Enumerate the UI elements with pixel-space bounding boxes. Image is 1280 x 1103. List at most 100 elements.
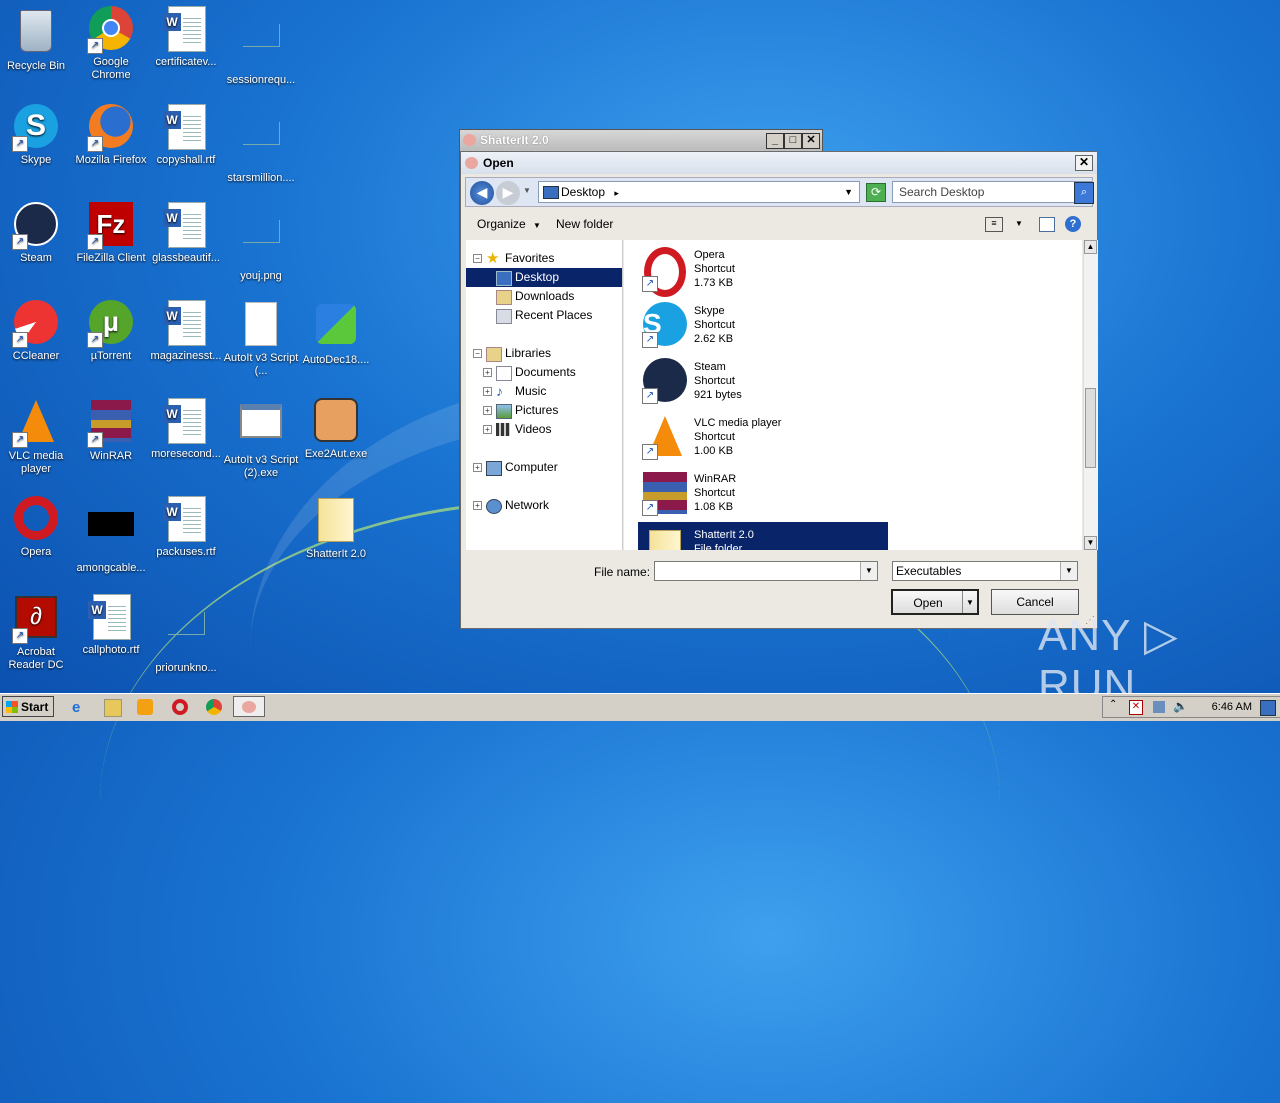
help-icon[interactable]: ? xyxy=(1065,216,1081,232)
file-type-select[interactable]: Executables ▼ xyxy=(892,561,1078,581)
desktop-icon-steam[interactable]: ↗ Steam xyxy=(0,202,74,265)
desktop-icon-packuses[interactable]: W packuses.rtf xyxy=(148,496,224,559)
desktop-icon-acrobat[interactable]: ∂ ↗ Acrobat Reader DC xyxy=(0,594,74,672)
file-item-skype[interactable]: S ↗ Skype Shortcut 2.62 KB xyxy=(638,298,888,352)
nav-videos[interactable]: + Videos xyxy=(466,420,622,439)
volume-icon[interactable]: 🔈 xyxy=(1173,699,1188,713)
desktop-icon-ccleaner[interactable]: ↗ CCleaner xyxy=(0,300,74,363)
desktop-icon-copyshall[interactable]: W copyshall.rtf xyxy=(148,104,224,167)
chevron-down-icon[interactable]: ▼ xyxy=(860,562,877,580)
desktop-icon-filezilla[interactable]: Fz ↗ FileZilla Client xyxy=(73,202,149,265)
expand-icon[interactable]: + xyxy=(483,406,492,415)
network-tray-icon[interactable] xyxy=(1153,701,1165,713)
desktop-icon-chrome[interactable]: ↗ Google Chrome xyxy=(73,6,149,82)
expand-icon[interactable]: + xyxy=(483,425,492,434)
desktop-icon-autoit-script-2[interactable]: AutoIt v3 Script (2).exe xyxy=(223,398,299,480)
chrome-taskbar-icon[interactable] xyxy=(206,699,222,715)
desktop-icon-winrar[interactable]: ↗ WinRAR xyxy=(73,398,149,463)
file-item-opera[interactable]: ↗ Opera Shortcut 1.73 KB xyxy=(638,242,888,297)
nav-pictures[interactable]: + Pictures xyxy=(466,401,622,420)
collapse-icon[interactable]: − xyxy=(473,349,482,358)
desktop-icon-moresecond[interactable]: W moresecond... xyxy=(148,398,224,461)
nav-documents[interactable]: + Documents xyxy=(466,363,622,382)
chevron-down-icon[interactable]: ▼ xyxy=(1060,562,1077,580)
file-name-input[interactable]: ▼ xyxy=(654,561,878,581)
nav-computer[interactable]: + Computer xyxy=(466,458,622,477)
expand-icon[interactable]: + xyxy=(483,368,492,377)
expand-icon[interactable]: + xyxy=(473,501,482,510)
nav-favorites[interactable]: − ★ Favorites xyxy=(466,249,622,268)
shatterit-titlebar[interactable]: ShatterIt 2.0 _ □ ✕ xyxy=(460,130,822,150)
nav-libraries[interactable]: − Libraries xyxy=(466,344,622,363)
action-center-flag-icon[interactable]: ✕ xyxy=(1129,700,1143,715)
expand-icon[interactable]: + xyxy=(483,387,492,396)
file-item-winrar[interactable]: ↗ WinRAR Shortcut 1.08 KB xyxy=(638,466,888,520)
vertical-scrollbar[interactable]: ▲ ▼ xyxy=(1083,240,1098,550)
minimize-button[interactable]: _ xyxy=(766,133,784,149)
maximize-button[interactable]: □ xyxy=(784,133,802,149)
desktop-icon-shatterit-folder[interactable]: ShatterIt 2.0 xyxy=(298,496,374,561)
view-options-icon[interactable]: ≡ xyxy=(985,217,1003,232)
back-arrow-icon[interactable]: ◀ xyxy=(470,181,494,205)
file-item-vlc[interactable]: ↗ VLC media player Shortcut 1.00 KB xyxy=(638,410,888,464)
desktop-icon-sessionrequ[interactable]: sessionrequ... xyxy=(223,6,299,87)
file-item-shatterit[interactable]: ShatterIt 2.0 File folder xyxy=(638,522,888,550)
address-bar[interactable]: Desktop ▸ ▼ xyxy=(538,181,860,203)
desktop-icon-skype[interactable]: S ↗ Skype xyxy=(0,104,74,167)
file-item-steam[interactable]: ↗ Steam Shortcut 921 bytes xyxy=(638,354,888,408)
desktop-icon-priorunkno[interactable]: priorunkno... xyxy=(148,594,224,675)
organize-button[interactable]: Organize ▼ xyxy=(477,210,541,240)
show-desktop-icon[interactable] xyxy=(1260,700,1276,716)
dialog-titlebar[interactable]: Open ✕ xyxy=(461,152,1097,174)
open-split-arrow-icon[interactable]: ▼ xyxy=(962,591,977,613)
breadcrumb-arrow-icon[interactable]: ▸ xyxy=(614,188,619,198)
desktop-icon-youj[interactable]: youj.png xyxy=(223,202,299,283)
desktop-icon-autoit-script[interactable]: AutoIt v3 Script (... xyxy=(223,300,299,378)
address-dropdown-icon[interactable]: ▼ xyxy=(844,182,853,202)
refresh-icon[interactable]: ⟳ xyxy=(866,183,886,202)
desktop-icon-magazinesst[interactable]: W magazinesst... xyxy=(148,300,224,363)
nav-desktop[interactable]: Desktop xyxy=(466,268,622,287)
open-button[interactable]: Open ▼ xyxy=(891,589,979,615)
desktop-icon-autodec[interactable]: AutoDec18.... xyxy=(298,300,374,367)
desktop-icon-starsmillion[interactable]: starsmillion.... xyxy=(223,104,299,185)
start-button[interactable]: Start xyxy=(2,696,54,717)
forward-arrow-icon[interactable]: ▶ xyxy=(496,181,520,205)
desktop-icon-amongcable[interactable]: amongcable... xyxy=(73,496,149,575)
view-dropdown-icon[interactable]: ▼ xyxy=(1015,210,1023,238)
dialog-close-button[interactable]: ✕ xyxy=(1075,155,1093,171)
opera-taskbar-icon[interactable] xyxy=(172,699,188,715)
desktop-icon-utorrent[interactable]: µ ↗ µTorrent xyxy=(73,300,149,363)
shatterit-taskbar-button[interactable] xyxy=(233,696,265,717)
close-button[interactable]: ✕ xyxy=(802,133,820,149)
show-hidden-icons-icon[interactable]: ⌃ xyxy=(1109,699,1117,710)
nav-recent-places[interactable]: Recent Places xyxy=(466,306,622,325)
nav-network[interactable]: + Network xyxy=(466,496,622,515)
new-folder-button[interactable]: New folder xyxy=(556,210,613,238)
desktop-icon-certificatev[interactable]: W certificatev... xyxy=(148,6,224,69)
desktop-icon-glassbeautif[interactable]: W glassbeautif... xyxy=(148,202,224,265)
nav-music[interactable]: + ♪ Music xyxy=(466,382,622,401)
scroll-thumb[interactable] xyxy=(1085,388,1096,468)
desktop-icon-firefox[interactable]: ↗ Mozilla Firefox xyxy=(73,104,149,167)
clock[interactable]: 6:46 AM xyxy=(1212,701,1252,713)
desktop-icon-vlc[interactable]: ↗ VLC media player xyxy=(0,398,74,476)
desktop-icon-recycle-bin[interactable]: Recycle Bin xyxy=(0,6,74,73)
desktop-icon-callphoto[interactable]: W callphoto.rtf xyxy=(73,594,149,657)
media-player-icon[interactable] xyxy=(137,699,153,715)
recent-pages-dropdown-icon[interactable]: ▼ xyxy=(523,186,531,195)
desktop-icon-exe2aut[interactable]: Exe2Aut.exe xyxy=(298,398,374,461)
nav-downloads[interactable]: Downloads xyxy=(466,287,622,306)
scroll-up-icon[interactable]: ▲ xyxy=(1084,240,1097,254)
explorer-folder-icon[interactable] xyxy=(104,699,122,717)
collapse-icon[interactable]: − xyxy=(473,254,482,263)
expand-icon[interactable]: + xyxy=(473,463,482,472)
preview-pane-icon[interactable] xyxy=(1039,217,1055,232)
file-list: ↗ Opera Shortcut 1.73 KB S ↗ Skype Shortcut 2… xyxy=(624,240,1082,550)
search-icon[interactable]: ⌕ xyxy=(1074,182,1094,204)
file-name: Opera xyxy=(694,249,725,261)
scroll-down-icon[interactable]: ▼ xyxy=(1084,536,1097,550)
internet-explorer-icon[interactable]: e xyxy=(72,699,88,716)
search-input[interactable]: Search Desktop xyxy=(892,181,1092,203)
desktop-icon-opera[interactable]: Opera xyxy=(0,496,74,559)
